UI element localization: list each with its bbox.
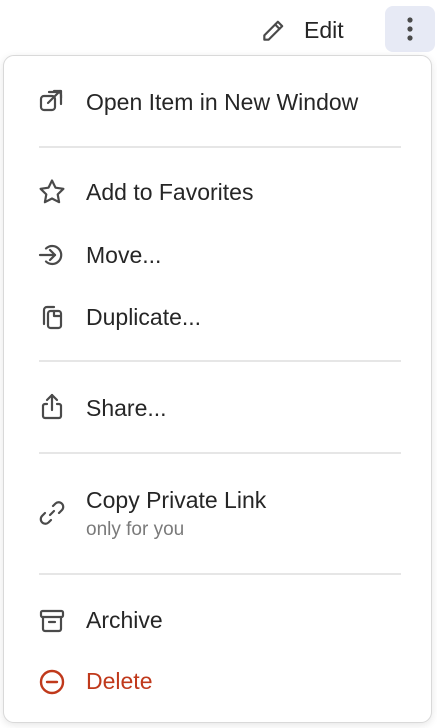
vertical-dots-icon	[397, 14, 423, 44]
menu-item-move[interactable]: Move...	[4, 229, 431, 279]
divider	[39, 360, 401, 362]
menu-item-label: Duplicate...	[86, 304, 202, 330]
menu-item-label: Open Item in New Window	[86, 89, 359, 115]
menu-item-open-new-window[interactable]: Open Item in New Window	[4, 76, 431, 126]
menu-item-label: Archive	[86, 607, 163, 633]
menu-item-label-danger: Delete	[86, 668, 153, 694]
menu-item-add-favorites[interactable]: Add to Favorites	[4, 168, 431, 218]
divider	[39, 573, 401, 575]
menu-item-delete[interactable]: Delete	[4, 656, 431, 706]
divider	[39, 146, 401, 148]
menu-item-duplicate[interactable]: Duplicate...	[4, 291, 431, 341]
menu-item-label: Copy Private Link	[86, 487, 267, 513]
menu-item-sublabel: only for you	[86, 519, 185, 540]
external-link-icon	[37, 86, 67, 116]
minus-circle-icon	[37, 667, 67, 697]
pencil-icon	[260, 18, 286, 44]
menu-item-archive[interactable]: Archive	[4, 595, 431, 645]
copy-icon	[37, 302, 67, 332]
archive-box-icon	[37, 606, 67, 636]
more-options-button[interactable]	[385, 6, 435, 52]
menu-item-label: Move...	[86, 242, 162, 268]
edit-button[interactable]: Edit	[254, 8, 364, 50]
toolbar: Edit	[0, 0, 437, 58]
menu-item-share[interactable]: Share...	[4, 382, 431, 432]
edit-label: Edit	[304, 17, 344, 43]
star-icon	[37, 177, 67, 207]
menu-item-label: Share...	[86, 395, 167, 421]
link-icon	[37, 498, 67, 528]
menu-item-copy-private-link[interactable]: Copy Private Link only for you	[4, 474, 431, 552]
share-upload-icon	[37, 392, 67, 422]
divider	[39, 452, 401, 454]
menu-item-label: Add to Favorites	[86, 179, 254, 205]
context-menu: Open Item in New Window Add to Favorites…	[3, 55, 432, 723]
arrow-into-circle-icon	[37, 240, 67, 270]
